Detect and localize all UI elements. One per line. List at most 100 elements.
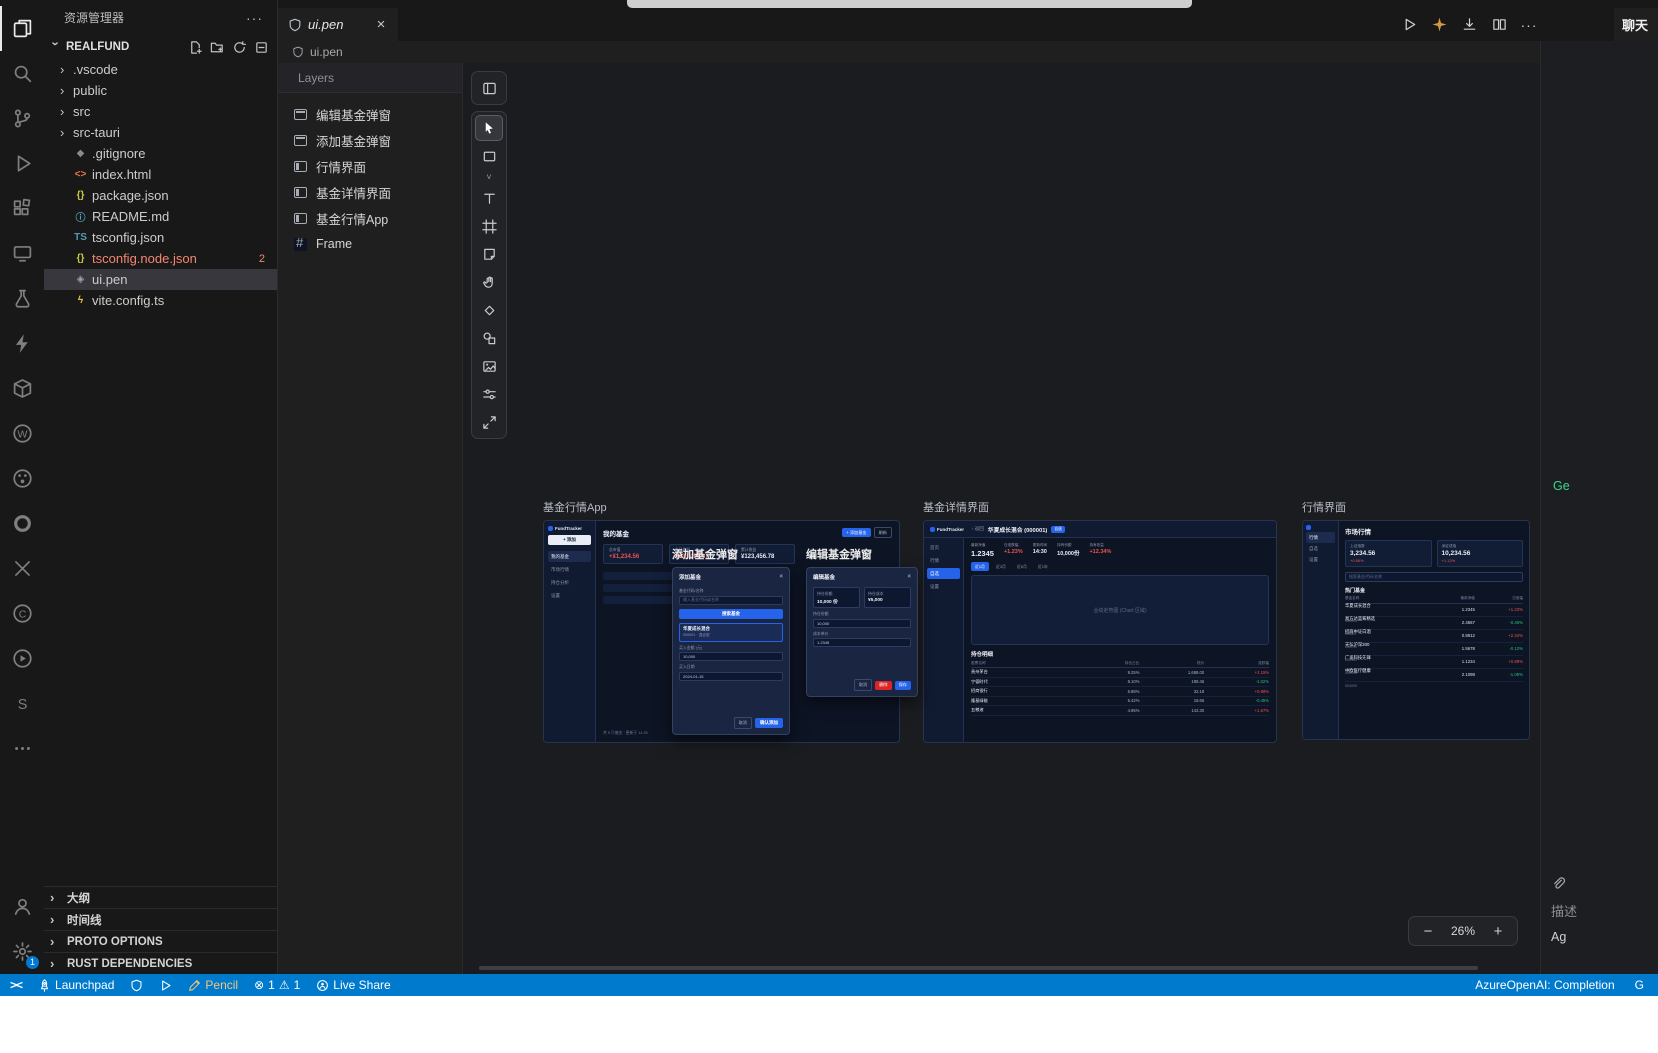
file-row[interactable]: › .vscode [44,59,277,80]
command-center-pill[interactable] [627,0,1192,8]
explorer-icon[interactable] [0,6,44,51]
dependency-ring-icon[interactable] [0,501,44,546]
select-tool[interactable] [475,115,503,141]
pencil-status-item[interactable]: Pencil [186,974,240,996]
image-tool[interactable] [475,353,503,379]
more-extensions-icon[interactable] [0,726,44,771]
sidebar-more-icon[interactable]: ··· [246,10,263,26]
component-label[interactable]: 编辑基金弹窗 [806,546,918,562]
file-row[interactable]: {} tsconfig.node.json 2 [44,248,277,269]
collapsed-section[interactable]: › 大纲 [44,886,277,908]
connector-tool[interactable] [475,297,503,323]
new-folder-icon[interactable] [210,40,225,55]
text-tool[interactable] [475,185,503,211]
svelte-ext-icon[interactable]: S [0,681,44,726]
file-row[interactable]: › public [44,80,277,101]
note-tool[interactable] [475,241,503,267]
file-name: ui.pen [92,272,128,287]
live-share-item[interactable]: Live Share [314,974,392,996]
artboard-label[interactable]: 基金行情App [543,499,900,515]
frame-tool[interactable] [475,213,503,239]
breadcrumb[interactable]: ui.pen [278,41,1540,63]
zoom-out-button[interactable]: − [1419,923,1437,940]
design-canvas[interactable]: ˅ 基金行情App FundTracker + 添加 我的基金 市场行情 持仓分… [463,63,1540,974]
player-ext-icon[interactable] [0,636,44,681]
tab-close-icon[interactable]: × [372,16,390,33]
package-explorer-icon[interactable] [0,366,44,411]
shapes-tool[interactable] [475,325,503,351]
tab-chat[interactable]: 聊天 [1614,8,1658,41]
file-row[interactable]: {} package.json [44,185,277,206]
file-row[interactable]: › src [44,101,277,122]
refresh-icon[interactable] [232,40,247,55]
properties-tool[interactable] [475,381,503,407]
layer-item[interactable]: 行情界面 [278,153,462,179]
panel-toggle-tool[interactable] [475,75,503,101]
split-editor-icon[interactable] [1488,14,1510,36]
artboard-market[interactable]: 行情界面 行情自选设置 市场行情 上证指数 3,234.56 +0.56% [1302,499,1530,740]
file-row[interactable]: TS tsconfig.json [44,227,277,248]
partial-status-item[interactable]: G [1633,974,1646,996]
horizontal-scrollbar[interactable] [479,966,1478,970]
accounts-icon[interactable] [0,884,44,929]
file-row[interactable]: ◈ ui.pen [44,269,277,290]
component-label[interactable]: 添加基金弹窗 [672,546,790,562]
component-add-fund-modal[interactable]: 添加基金弹窗 添加基金 × 基金代码/名称 输入基金代码或名称 搜索基金 华夏成长… [672,546,790,735]
run-debug-icon[interactable] [0,141,44,186]
remote-explorer-icon[interactable] [0,231,44,276]
file-name: tsconfig.node.json [92,251,197,266]
layer-item[interactable]: 基金详情界面 [278,179,462,205]
shape-dropdown-icon[interactable]: ˅ [475,171,503,183]
launchpad-item[interactable]: Launchpad [36,974,116,996]
pen-status-icon[interactable] [128,974,145,996]
project-section-header[interactable]: › REALFUND [44,35,277,59]
thunder-client-icon[interactable] [0,321,44,366]
rectangle-tool[interactable] [475,143,503,169]
resize-tool[interactable] [475,409,503,435]
azure-openai-item[interactable]: AzureOpenAI: Completion [1473,974,1616,996]
collapsed-section[interactable]: › 时间线 [44,908,277,930]
layer-item[interactable]: 基金行情App [278,205,462,231]
hand-tool[interactable] [475,269,503,295]
tab-ui-pen[interactable]: ui.pen × [278,8,398,41]
artboard-label[interactable]: 行情界面 [1302,499,1530,515]
component-edit-fund-modal[interactable]: 编辑基金弹窗 编辑基金 × 持仓份额 10,000 份 持仓成本 ¥5,000 持… [806,546,918,697]
collapse-all-icon[interactable] [254,40,269,55]
paint-icon[interactable] [0,456,44,501]
zoom-in-button[interactable]: + [1489,923,1507,940]
agent-mode-select[interactable]: Ag [1551,930,1566,944]
xml-tools-icon[interactable] [0,546,44,591]
collapsed-section[interactable]: › PROTO OPTIONS [44,930,277,952]
testing-icon[interactable] [0,276,44,321]
layer-item[interactable]: Frame [278,231,462,257]
generate-link[interactable]: Ge [1553,479,1570,493]
remote-indicator[interactable]: >< [8,974,24,996]
pencil-preview-icon[interactable] [1428,14,1450,36]
new-file-icon[interactable] [188,40,203,55]
attach-icon[interactable] [1551,876,1566,891]
layer-item[interactable]: 添加基金弹窗 [278,127,462,153]
run-button[interactable] [1398,14,1420,36]
problems-item[interactable]: ⊗ 1 ⚠ 1 [252,974,302,996]
artboard-fund-detail[interactable]: 基金详情界面 FundTracker ‹ 返回 华夏成长混合 (000001) … [923,499,1277,743]
file-row[interactable]: ◆ .gitignore [44,143,277,164]
search-icon[interactable] [0,51,44,96]
layer-item[interactable]: 编辑基金弹窗 [278,101,462,127]
file-row[interactable]: › src-tauri [44,122,277,143]
run-status-icon[interactable] [157,974,174,996]
settings-gear-icon[interactable]: 1 [0,929,44,974]
collapsed-section[interactable]: › RUST DEPENDENCIES [44,952,277,974]
wakatime-icon[interactable]: W [0,411,44,456]
layer-type-icon [294,134,307,146]
extensions-icon[interactable] [0,186,44,231]
export-icon[interactable] [1458,14,1480,36]
section-label: PROTO OPTIONS [67,935,163,948]
file-row[interactable]: <> index.html [44,164,277,185]
source-control-icon[interactable] [0,96,44,141]
artboard-label[interactable]: 基金详情界面 [923,499,1277,515]
file-row[interactable]: ϟ vite.config.ts [44,290,277,311]
file-row[interactable]: ⓘ README.md [44,206,277,227]
breadcrumb-item[interactable]: ui.pen [310,45,343,59]
c-lang-icon[interactable]: C [0,591,44,636]
more-actions-icon[interactable]: ··· [1518,14,1540,36]
